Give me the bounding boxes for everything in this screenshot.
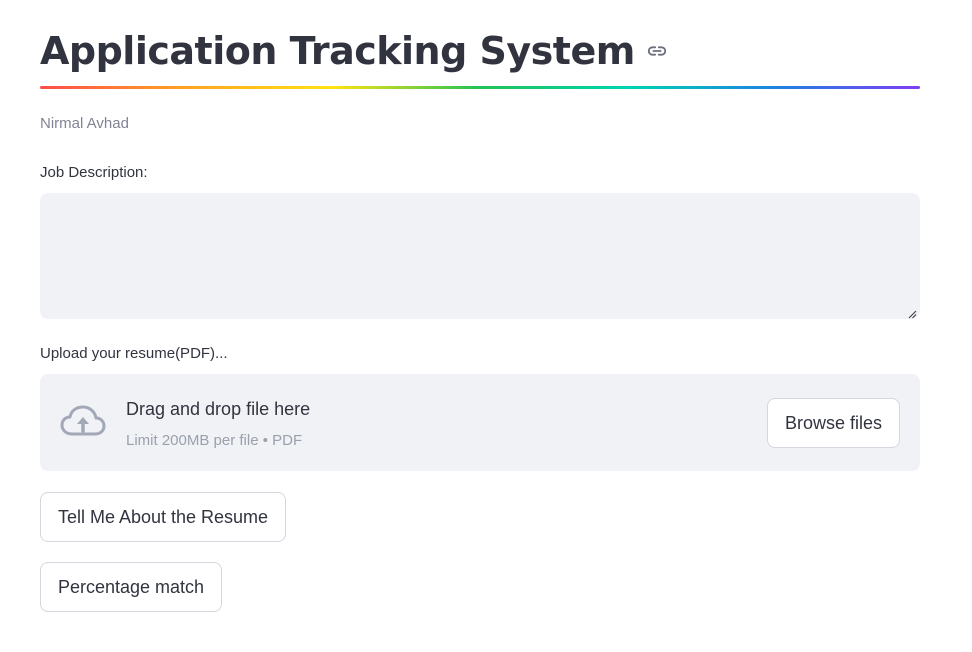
title-row: Application Tracking System xyxy=(40,22,669,80)
dropzone-limit: Limit 200MB per file • PDF xyxy=(126,432,303,449)
page-title: Application Tracking System xyxy=(40,29,635,73)
dropzone-instructions: Drag and drop file here xyxy=(126,399,311,419)
percentage-match-button[interactable]: Percentage match xyxy=(40,562,222,612)
app-page: Application Tracking System Nirmal Avhad… xyxy=(0,0,972,652)
title-divider xyxy=(40,86,920,89)
file-dropzone[interactable]: Drag and drop file here Limit 200MB per … xyxy=(40,374,920,471)
cloud-upload-icon xyxy=(60,404,106,438)
resize-handle-icon[interactable] xyxy=(907,306,917,319)
job-description-field-wrapper xyxy=(40,193,920,319)
resume-upload-label: Upload your resume(PDF)... xyxy=(40,345,228,362)
link-icon[interactable] xyxy=(645,39,669,63)
tell-me-about-resume-button[interactable]: Tell Me About the Resume xyxy=(40,492,286,542)
browse-files-button[interactable]: Browse files xyxy=(767,398,900,448)
author-caption: Nirmal Avhad xyxy=(40,115,129,132)
job-description-input[interactable] xyxy=(40,193,920,319)
job-description-label: Job Description: xyxy=(40,164,148,181)
